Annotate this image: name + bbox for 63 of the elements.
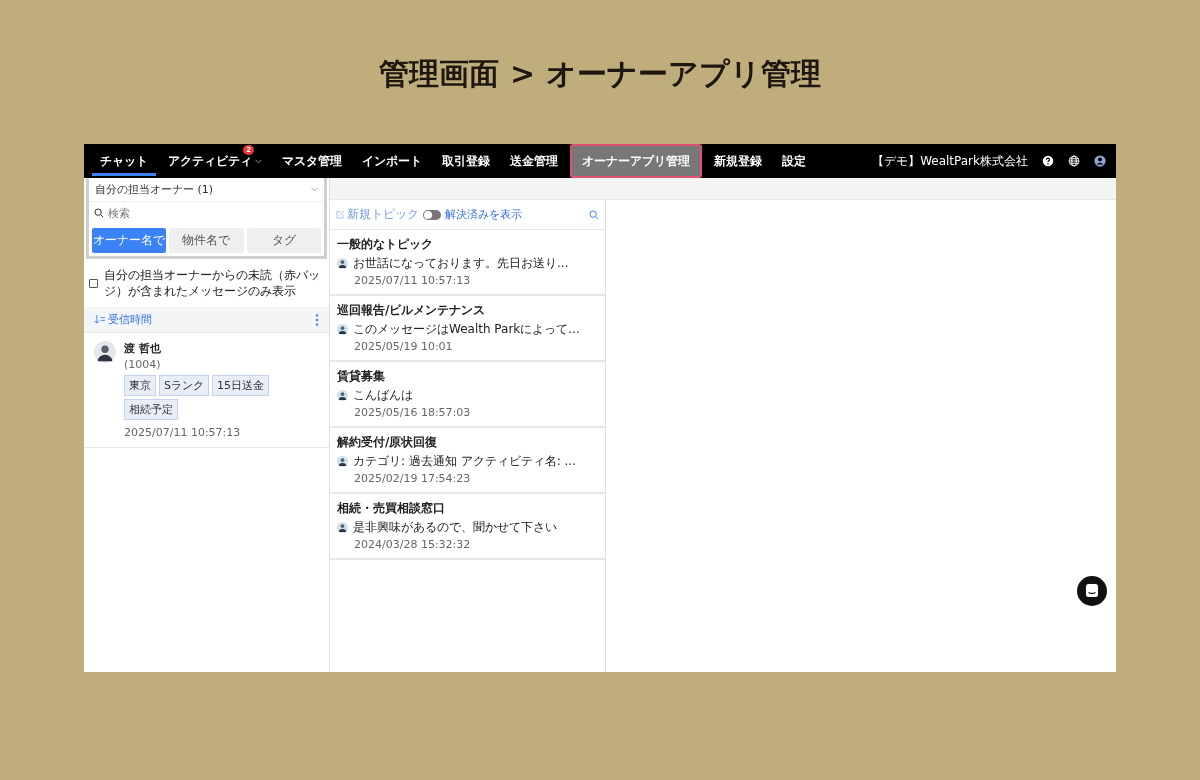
toggle-switch[interactable] — [423, 209, 441, 220]
topic-title: 一般的なトピック — [337, 236, 433, 253]
search-icon — [94, 208, 104, 218]
person-silhouette-icon — [94, 341, 116, 363]
company-name: 【デモ】WealtPark株式会社 — [872, 152, 1028, 170]
message-preview: このメッセージはWealth Parkによって... — [353, 322, 580, 337]
search-icon[interactable] — [589, 209, 599, 220]
message-preview: 是非興味があるので、聞かせて下さい — [353, 520, 557, 535]
nav-tab[interactable]: インポート — [352, 144, 432, 178]
topic-title: 相続・売買相談窓口 — [337, 500, 445, 517]
topic-title: 賃貸募集 — [337, 368, 385, 385]
nav-tab[interactable]: 設定 — [772, 144, 816, 178]
topic-list-item[interactable]: 巡回報告/ビルメンテナンス このメッセージはWealth Parkによって... 2025/05/19 10:01 — [330, 296, 605, 362]
help-icon[interactable] — [1042, 155, 1054, 167]
tag: 相続予定 — [124, 399, 178, 420]
topic-title: 巡回報告/ビルメンテナンス — [337, 302, 486, 319]
slide-title: 管理画面 > オーナーアプリ管理 — [379, 55, 821, 93]
nav-tab[interactable]: 新規登録 — [704, 144, 772, 178]
chevron-down-icon — [311, 187, 318, 192]
person-silhouette-icon — [337, 390, 348, 401]
sort-segment-button[interactable]: タグ — [246, 228, 321, 253]
person-silhouette-icon — [337, 258, 348, 269]
more-options-icon[interactable] — [315, 313, 319, 326]
checkbox-label: 自分の担当オーナーからの未読（赤バッジ）が含まれたメッセージのみ表示 — [104, 267, 321, 299]
timestamp: 2025/07/11 10:57:13 — [124, 426, 241, 439]
nav-tab[interactable]: オーナーアプリ管理 — [570, 144, 702, 178]
timestamp: 2025/02/19 17:54:23 — [353, 472, 471, 485]
person-silhouette-icon — [337, 324, 348, 335]
nav-tab[interactable]: マスタ管理 — [272, 144, 352, 178]
owner-code: (1004) — [124, 358, 161, 371]
sort-icon — [94, 315, 105, 324]
tag: Sランク — [159, 375, 209, 396]
checkbox[interactable] — [89, 278, 98, 288]
topic-list-item[interactable]: 賃貸募集 こんばんは 2025/05/16 18:57:03 — [330, 362, 605, 428]
sort-button[interactable]: 受信時間 — [94, 312, 152, 327]
message-preview: カテゴリ: 過去通知 アクティビティ名: ... — [353, 454, 576, 469]
edit-icon — [336, 210, 345, 219]
timestamp: 2025/05/19 10:01 — [353, 340, 453, 353]
globe-icon[interactable] — [1068, 155, 1080, 167]
search-field[interactable]: 検索 — [108, 205, 228, 221]
person-silhouette-icon — [337, 522, 348, 533]
tag: 東京 — [124, 375, 156, 396]
topic-list-item[interactable]: 一般的なトピック お世話になっております。先日お送り... 2025/07/11 10:57:13 — [330, 230, 605, 296]
sort-segment-button[interactable]: オーナー名で — [92, 228, 167, 253]
topic-list-item[interactable]: 相続・売買相談窓口 是非興味があるので、聞かせて下さい 2024/03/28 15:32:32 — [330, 494, 605, 560]
user-avatar-icon[interactable] — [1094, 155, 1106, 167]
nav-tab[interactable]: チャット — [90, 144, 158, 178]
timestamp: 2025/07/11 10:57:13 — [353, 274, 471, 287]
person-silhouette-icon — [337, 456, 348, 467]
toggle-label: 解決済みを表示 — [445, 207, 522, 222]
topic-list-item[interactable]: 解約受付/原状回復 カテゴリ: 過去通知 アクティビティ名: ... 2025/02/19 17:54:23 — [330, 428, 605, 494]
timestamp: 2024/03/28 15:32:32 — [353, 538, 471, 551]
nav-tab[interactable]: 送金管理 — [500, 144, 568, 178]
message-preview: お世話になっております。先日お送り... — [353, 256, 569, 271]
message-preview: こんばんは — [353, 388, 413, 403]
tag: 15日送金 — [212, 375, 269, 396]
owner-list-item[interactable]: 渡 哲也 (1004) 東京 Sランク 15日送金 相続予定 2025/07/11 10:57:13 — [84, 333, 329, 448]
chat-bubble-button[interactable] — [1077, 576, 1107, 606]
nav-tab[interactable]: 取引登録 — [432, 144, 500, 178]
sort-segment-button[interactable]: 物件名で — [169, 228, 244, 253]
timestamp: 2025/05/16 18:57:03 — [353, 406, 471, 419]
topic-title: 解約受付/原状回復 — [337, 434, 438, 451]
owner-name: 渡 哲也 — [124, 341, 161, 356]
